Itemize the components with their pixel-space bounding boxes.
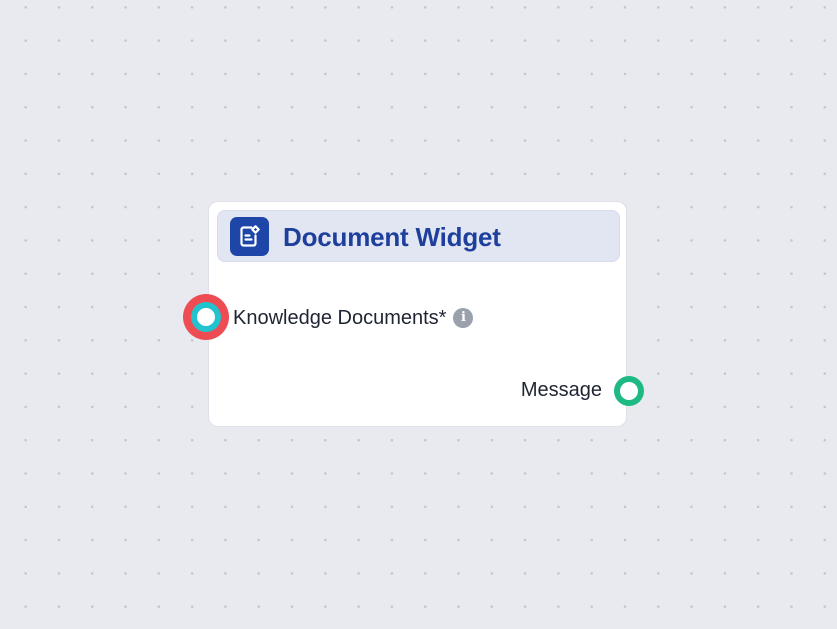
info-icon[interactable]: i (453, 308, 474, 328)
document-edit-icon (230, 217, 269, 256)
output-handle[interactable] (614, 376, 644, 406)
node-header[interactable]: Document Widget (217, 210, 620, 262)
input-label: Knowledge Documents* (233, 306, 447, 329)
output-label: Message (520, 379, 602, 401)
output-handle-core (620, 382, 638, 400)
input-handle[interactable] (183, 294, 229, 340)
input-handle-core (197, 308, 215, 326)
node-title: Document Widget (283, 222, 501, 252)
input-row-knowledge-documents: Knowledge Documents* i (233, 306, 474, 330)
document-widget-node[interactable]: Document Widget Knowledge Documents* i M… (208, 201, 627, 427)
